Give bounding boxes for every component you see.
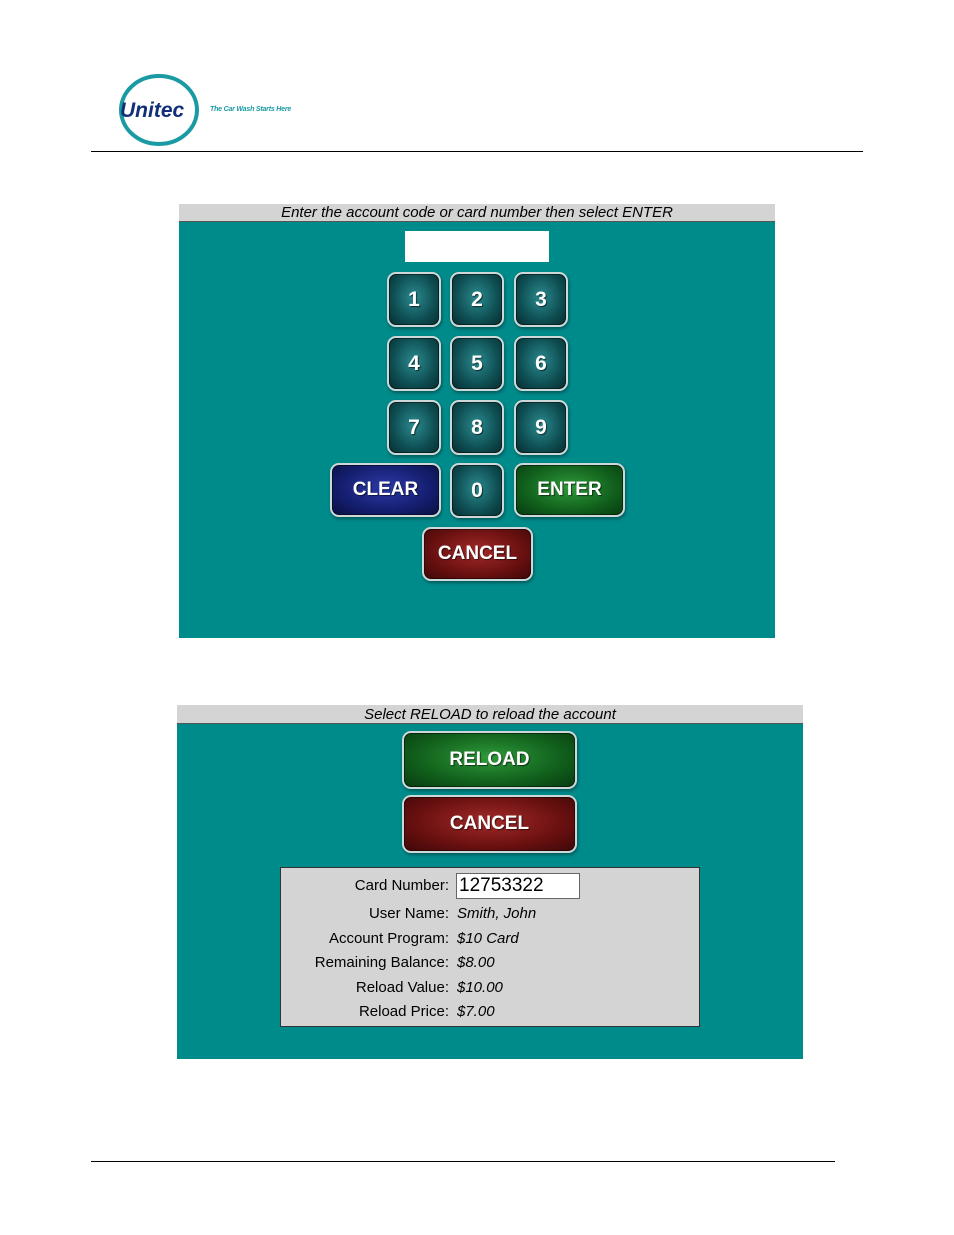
account-program-row: Account Program: $10 Card (281, 930, 699, 950)
reload-button[interactable]: RELOAD (402, 731, 577, 789)
reload-value-row: Reload Value: $10.00 (281, 979, 699, 999)
logo-tagline: The Car Wash Starts Here (210, 106, 292, 113)
reload-value-label: Reload Value: (355, 979, 449, 996)
reload-cancel-button[interactable]: CANCEL (402, 795, 577, 853)
key-4-button[interactable]: 4 (387, 336, 441, 391)
user-name-label: User Name: (368, 905, 449, 922)
key-8-button[interactable]: 8 (450, 400, 504, 455)
user-name-row: User Name: Smith, John (281, 905, 699, 925)
header-rule (91, 151, 863, 152)
account-program-label: Account Program: (328, 930, 449, 947)
key-9-button[interactable]: 9 (514, 400, 568, 455)
user-name-value: Smith, John (457, 905, 537, 922)
logo-wordmark: Unitec (120, 99, 185, 122)
enter-button[interactable]: ENTER (514, 463, 625, 517)
account-program-value: $10 Card (457, 930, 519, 947)
remaining-balance-row: Remaining Balance: $8.00 (281, 954, 699, 974)
key-1-button[interactable]: 1 (387, 272, 441, 327)
key-0-button[interactable]: 0 (450, 463, 504, 518)
key-6-button[interactable]: 6 (514, 336, 568, 391)
card-number-field: 12753322 (456, 873, 580, 899)
unitec-logo: Unitec (118, 73, 202, 147)
remaining-balance-value: $8.00 (457, 954, 495, 971)
key-3-button[interactable]: 3 (514, 272, 568, 327)
reload-screen: Select RELOAD to reload the account RELO… (177, 705, 803, 1059)
reload-price-value: $7.00 (457, 1003, 495, 1020)
card-number-label: Card Number: (354, 877, 449, 894)
footer-rule (91, 1161, 835, 1162)
key-5-button[interactable]: 5 (450, 336, 504, 391)
key-2-button[interactable]: 2 (450, 272, 504, 327)
clear-button[interactable]: CLEAR (330, 463, 441, 517)
reload-price-label: Reload Price: (358, 1003, 449, 1020)
reload-price-row: Reload Price: $7.00 (281, 1003, 699, 1023)
account-info-panel: Card Number: 12753322 User Name: Smith, … (280, 867, 700, 1027)
cancel-button[interactable]: CANCEL (422, 527, 533, 581)
reload-value-value: $10.00 (457, 979, 503, 996)
remaining-balance-label: Remaining Balance: (314, 954, 449, 971)
account-code-input[interactable] (405, 231, 549, 262)
key-7-button[interactable]: 7 (387, 400, 441, 455)
account-entry-screen: Enter the account code or card number th… (179, 204, 775, 638)
account-entry-prompt: Enter the account code or card number th… (179, 204, 775, 222)
reload-prompt: Select RELOAD to reload the account (177, 705, 803, 724)
